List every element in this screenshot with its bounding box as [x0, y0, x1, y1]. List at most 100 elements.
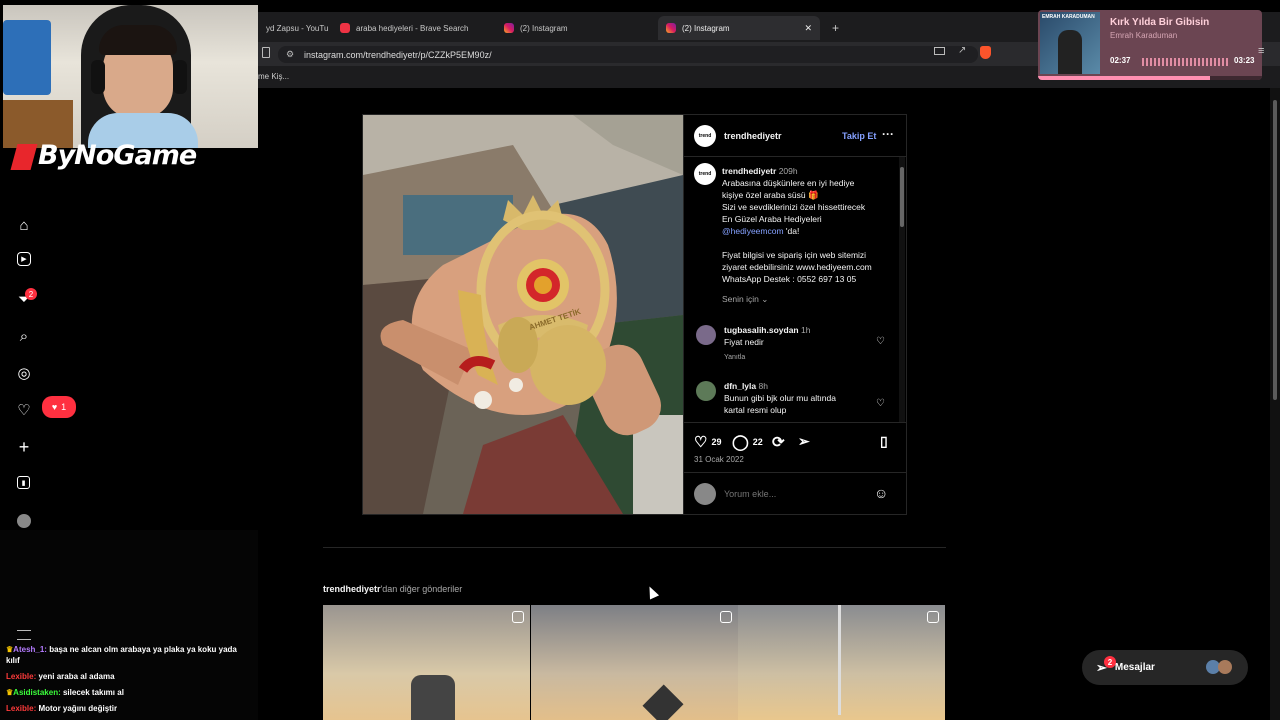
post-username[interactable]: trendhediyetr [724, 131, 782, 141]
caption-line: Arabasına düşkünlere en iyi hediye [722, 178, 855, 188]
new-tab-button[interactable]: + [824, 16, 844, 40]
reels-icon[interactable]: ▶ [17, 252, 31, 266]
brave-shield-icon[interactable] [980, 46, 991, 59]
share-icon[interactable]: ↗ [958, 45, 966, 56]
message-avatar [1218, 660, 1232, 674]
caption-line: En Güzel Araba Hediyeleri [722, 214, 822, 224]
commenter-avatar[interactable] [696, 325, 716, 345]
heart-icon: ♥ [51, 402, 58, 412]
url-field[interactable]: ⚙ instagram.com/trendhediyetr/p/CZZkP5EM… [278, 46, 978, 63]
messages-badge: 2 [1104, 656, 1116, 668]
my-avatar [694, 483, 716, 505]
tab-youtube[interactable]: yd Zapsu - YouTu [258, 16, 332, 40]
caption-line: Fiyat bilgisi ve sipariş için web sitemi… [722, 250, 867, 260]
like-button[interactable]: ♡ 29 [694, 433, 721, 451]
caption-avatar[interactable]: trend [694, 163, 716, 185]
comment-icon: ◯ [732, 434, 749, 451]
caption-line: Sizi ve sevdiklerinizi özel hissettirece… [722, 202, 866, 212]
instagram-icon [666, 23, 676, 33]
comment-username[interactable]: tugbasalih.soydan [724, 325, 799, 335]
repost-icon[interactable]: ⟳ [772, 433, 785, 451]
comment-text: kartal resmi olup [724, 405, 787, 415]
comment-button[interactable]: ◯ 22 [732, 433, 763, 451]
comments-scrollbar[interactable] [899, 157, 905, 422]
track-total-time: 03:23 [1234, 56, 1255, 65]
cast-icon[interactable] [934, 47, 945, 55]
divider [684, 422, 906, 423]
post-photo-image [363, 115, 683, 514]
comment: tugbasalih.soydan 1h Fiyat nedir Yanıtla [724, 324, 884, 364]
caption-line: ziyaret edebilirsiniz www.hediyeem.com [722, 262, 872, 272]
post-photo[interactable]: AHMET TETİK [363, 115, 683, 514]
create-icon[interactable]: + [15, 437, 33, 457]
more-post-tile[interactable] [531, 605, 738, 720]
emoji-icon[interactable]: ☺ [874, 485, 888, 501]
more-posts-username[interactable]: trendhediyetr [323, 584, 381, 594]
share-icon[interactable]: ➢ [798, 433, 810, 450]
profile-avatar[interactable] [17, 514, 31, 528]
stream-chat: ♛Atesh_1: başa ne alcan olm arabaya ya p… [0, 530, 258, 720]
menu-icon[interactable] [17, 630, 31, 640]
comment-like-icon[interactable]: ♡ [876, 398, 885, 409]
bookmark-item[interactable]: me Kiş... [258, 72, 289, 81]
comment-username[interactable]: dfn_lyla [724, 381, 756, 391]
notifications-badge: 2 [25, 288, 37, 300]
dashboard-icon[interactable]: ▮ [17, 476, 30, 489]
for-you-toggle[interactable]: Senin için ⌄ [722, 293, 894, 305]
chevron-down-icon: ⌄ [761, 294, 769, 304]
chain-image [838, 605, 841, 715]
instagram-sidebar: ⌂ ▶ ⏷ 2 ⌕ ◎ ♡ ♥ 1 + ▮ [0, 200, 258, 530]
comment-like-icon[interactable]: ♡ [876, 336, 885, 347]
more-post-tile[interactable] [323, 605, 530, 720]
more-posts-header: trendhediyetr'dan diğer gönderiler [323, 584, 463, 594]
messages-button[interactable]: ➢ 2 Mesajlar [1082, 650, 1248, 685]
bookmark-icon[interactable] [262, 47, 270, 58]
comments-scrollbar-thumb[interactable] [900, 167, 904, 227]
brand-mark-icon [10, 143, 38, 170]
brave-icon [340, 23, 350, 33]
page-scrollbar[interactable] [1270, 88, 1280, 720]
caption-mention[interactable]: @hediyeemcom [722, 226, 784, 236]
heart-icon: ♡ [694, 434, 708, 451]
instagram-icon [504, 23, 514, 33]
reply-button[interactable]: Yanıtla [724, 352, 884, 364]
site-settings-icon[interactable]: ⚙ [286, 49, 294, 60]
webcam-overlay [3, 5, 258, 148]
author-avatar[interactable]: trend [694, 125, 716, 147]
tab-instagram-1[interactable]: (2) Instagram [496, 16, 658, 40]
comment-text: Fiyat nedir [724, 337, 764, 347]
comment-text: Bunun gibi bjk olur mu altında [724, 393, 836, 403]
reel-icon [927, 611, 939, 623]
comment-input[interactable] [724, 485, 864, 503]
likes-popup: ♥ 1 [42, 396, 76, 418]
explore-icon[interactable]: ◎ [15, 364, 33, 382]
home-icon[interactable]: ⌂ [15, 216, 33, 234]
more-post-tile[interactable] [738, 605, 945, 720]
follow-button[interactable]: Takip Et [842, 131, 876, 141]
track-progress-fill [1038, 76, 1211, 80]
commenter-avatar[interactable] [696, 381, 716, 401]
ornament-image [411, 675, 455, 720]
chat-message: ♛Atesh_1: başa ne alcan olm arabaya ya p… [6, 645, 237, 665]
caption-username[interactable]: trendhediyetr [722, 166, 776, 176]
search-icon[interactable]: ⌕ [15, 327, 33, 345]
caption-line [722, 237, 894, 249]
chat-message: Lexible: yeni araba al adama [6, 672, 115, 681]
close-tab-icon[interactable]: ✕ [804, 23, 812, 34]
track-progress-bar[interactable] [1038, 76, 1262, 80]
post-date: 31 Ocak 2022 [694, 455, 744, 464]
chat-message: Lexible: Motor yağını değiştir [6, 704, 118, 713]
tab-instagram-active[interactable]: (2) Instagram ✕ [658, 16, 820, 40]
ornament-image [642, 684, 684, 720]
scrollbar-thumb[interactable] [1273, 100, 1277, 400]
caption-time: 209h [778, 166, 798, 176]
likes-icon[interactable]: ♡ [15, 401, 33, 419]
more-options-icon[interactable]: ··· [882, 127, 894, 141]
reel-icon [720, 611, 732, 623]
caption-line: kişiye özel araba süsü 🎁 [722, 190, 819, 200]
waveform[interactable] [1142, 58, 1230, 66]
menu-icon[interactable]: ≡ [1258, 45, 1264, 57]
save-icon[interactable]: ▯ [880, 433, 888, 450]
tab-brave-search[interactable]: araba hediyeleri - Brave Search [332, 16, 496, 40]
post-sidebar: trend trendhediyetr Takip Et ··· trend t… [683, 115, 906, 514]
